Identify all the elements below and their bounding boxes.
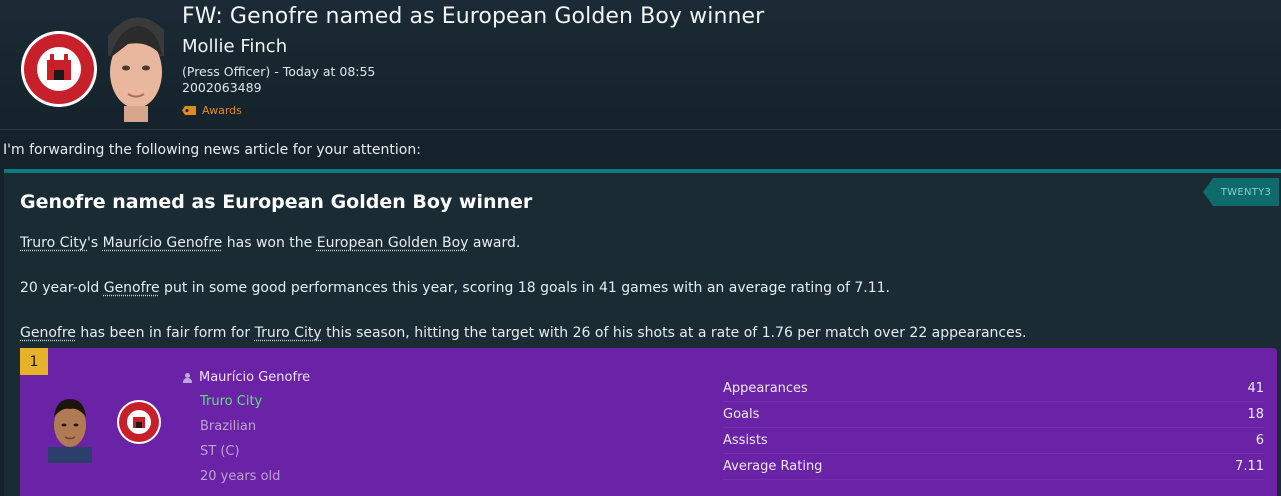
article-headline: Genofre named as European Golden Boy win… <box>20 191 533 213</box>
player-nationality: Brazilian <box>200 419 257 434</box>
stat-row: Average Rating 7.11 <box>723 454 1264 480</box>
stat-label: Average Rating <box>723 459 823 474</box>
article-paragraph-1: Truro City's Maurício Genofre has won th… <box>20 235 521 251</box>
stat-row: Goals 18 <box>723 402 1264 428</box>
stat-value: 6 <box>1255 433 1264 448</box>
club-link[interactable]: Truro City <box>255 325 322 341</box>
stat-label: Goals <box>723 407 760 422</box>
player-award-card: 1 Maurício Genofre Truro City Brazilian <box>20 348 1277 496</box>
player-name-row[interactable]: Maurício Genofre <box>182 370 310 385</box>
player-photo[interactable] <box>42 391 98 463</box>
stat-label: Appearances <box>723 381 808 396</box>
player-link[interactable]: Maurício Genofre <box>103 235 223 251</box>
brand-tab: TWENTY3 <box>1203 178 1279 206</box>
message-tag[interactable]: Awards <box>182 104 242 117</box>
message-subject: FW: Genofre named as European Golden Boy… <box>182 4 765 29</box>
tag-icon <box>182 106 196 115</box>
player-name: Maurício Genofre <box>199 370 311 385</box>
sender-avatar <box>108 17 164 122</box>
sender-role-time: (Press Officer) - Today at 08:55 <box>182 64 376 79</box>
article-paragraph-2: 20 year-old Genofre put in some good per… <box>20 280 891 296</box>
message-header: FW: Genofre named as European Golden Boy… <box>0 0 1281 130</box>
award-link[interactable]: European Golden Boy <box>317 235 469 251</box>
message-intro: I'm forwarding the following news articl… <box>3 142 421 158</box>
player-position: ST (C) <box>200 444 240 459</box>
club-badge-icon[interactable] <box>116 399 162 445</box>
stat-row: Assists 6 <box>723 428 1264 454</box>
rank-badge: 1 <box>20 348 48 375</box>
player-club[interactable]: Truro City <box>200 394 262 409</box>
stat-label: Assists <box>723 433 768 448</box>
stat-value: 7.11 <box>1235 459 1264 474</box>
sender-name[interactable]: Mollie Finch <box>182 36 287 57</box>
tag-label: Awards <box>202 104 242 117</box>
club-link[interactable]: Truro City <box>20 235 87 251</box>
club-badge-icon[interactable] <box>20 30 98 108</box>
stat-row: Appearances 41 <box>723 376 1264 402</box>
stat-value: 18 <box>1247 407 1264 422</box>
player-stats: Appearances 41 Goals 18 Assists 6 Averag… <box>723 376 1264 480</box>
article-paragraph-3: Genofre has been in fair form for Truro … <box>20 325 1027 341</box>
player-age: 20 years old <box>200 469 281 484</box>
message-reference: 2002063489 <box>182 80 262 95</box>
news-article: TWENTY3 Genofre named as European Golden… <box>4 169 1281 496</box>
person-icon <box>183 373 192 383</box>
player-link[interactable]: Genofre <box>20 325 76 341</box>
stat-value: 41 <box>1247 381 1264 396</box>
player-link[interactable]: Genofre <box>104 280 160 296</box>
